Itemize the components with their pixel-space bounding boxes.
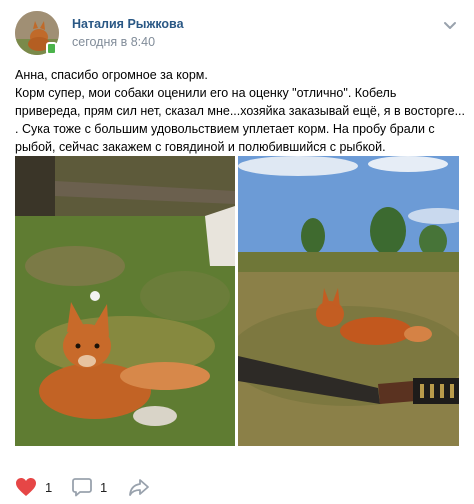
- post-time[interactable]: сегодня в 8:40: [72, 35, 155, 49]
- online-indicator: [46, 42, 57, 55]
- author-name[interactable]: Наталия Рыжкова: [72, 17, 184, 31]
- comment-icon: [72, 478, 92, 497]
- post-actions: 1 1: [0, 468, 474, 504]
- comment-count: 1: [100, 479, 108, 495]
- post-header: Наталия Рыжкова сегодня в 8:40: [0, 0, 474, 62]
- share-icon: [129, 479, 149, 496]
- share-button[interactable]: [128, 476, 150, 498]
- comment-button[interactable]: 1: [72, 476, 107, 498]
- photo-dog-field[interactable]: [238, 156, 459, 446]
- like-button[interactable]: 1: [15, 476, 52, 498]
- like-count: 1: [45, 479, 53, 495]
- chevron-down-icon[interactable]: [442, 20, 458, 32]
- post-text-line: Анна, спасибо огромное за корм.: [15, 68, 208, 82]
- heart-icon: [16, 478, 36, 496]
- post-text: Анна, спасибо огромное за корм. Корм суп…: [15, 66, 465, 156]
- photo-dog-forest[interactable]: [15, 156, 235, 446]
- post-text-line: Корм супер, мои собаки оценили его на оц…: [15, 86, 466, 154]
